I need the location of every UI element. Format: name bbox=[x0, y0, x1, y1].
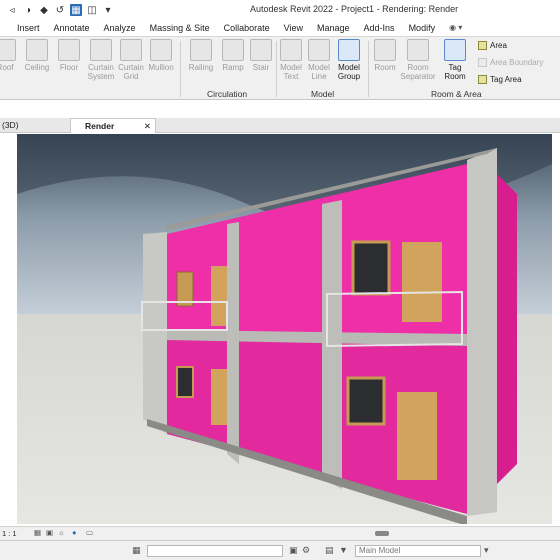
tab-view[interactable]: View bbox=[277, 20, 310, 36]
tag-room-icon bbox=[444, 39, 466, 61]
room-separator-button[interactable]: Room Separator bbox=[400, 39, 436, 81]
detail-level-icon[interactable]: ▦ bbox=[34, 528, 41, 537]
design-options-icon[interactable]: ⚙ bbox=[302, 545, 310, 556]
view-control-bar: 1 : 1 ▦ ▣ ☼ ● ▭ bbox=[0, 526, 560, 540]
railing-button[interactable]: Railing bbox=[184, 39, 218, 72]
tab-analyze[interactable]: Analyze bbox=[97, 20, 143, 36]
room-button[interactable]: Room bbox=[368, 39, 402, 72]
window bbox=[176, 271, 194, 307]
panel-label-room-area[interactable]: Room & Area bbox=[431, 89, 482, 99]
area-icon bbox=[478, 41, 487, 50]
model-line-button[interactable]: Model Line bbox=[302, 39, 336, 81]
stair-icon bbox=[250, 39, 272, 61]
model-group-button[interactable]: Model Group bbox=[332, 39, 366, 81]
ribbon-divider bbox=[180, 41, 181, 97]
area-button[interactable]: Area bbox=[478, 41, 507, 50]
door bbox=[402, 242, 442, 322]
roof-button[interactable]: Roof bbox=[0, 39, 22, 72]
tab-annotate[interactable]: Annotate bbox=[47, 20, 97, 36]
ramp-icon bbox=[222, 39, 244, 61]
mullion-icon bbox=[150, 39, 172, 61]
status-bar: ▦ ▣ ⚙ ▤ ▼ Main Model ▾ bbox=[0, 540, 560, 560]
curtain-grid-icon bbox=[120, 39, 142, 61]
floor-button[interactable]: Floor bbox=[52, 39, 86, 72]
crop-view-icon[interactable]: ▭ bbox=[86, 528, 93, 537]
roof-icon bbox=[0, 39, 16, 61]
view-tab-bar: (3D) Render ✕ bbox=[0, 118, 560, 133]
title-bar: ◃ ◑ ◆ ↺ ▦ ◫ ▾ Autodesk Revit 2022 - Proj… bbox=[0, 0, 560, 20]
scrollbar-thumb[interactable] bbox=[375, 531, 389, 536]
sync-status-icon[interactable]: ▤ bbox=[325, 545, 334, 556]
ceiling-icon bbox=[26, 39, 48, 61]
workset-selector[interactable] bbox=[147, 545, 283, 557]
column bbox=[227, 222, 239, 464]
tab-add-ins[interactable]: Add-Ins bbox=[357, 20, 402, 36]
dropdown-arrow-icon[interactable]: ▾ bbox=[484, 545, 489, 556]
print-icon[interactable]: ◫ bbox=[86, 4, 98, 16]
selection-icon[interactable]: ▦ bbox=[70, 4, 82, 16]
filter-icon[interactable]: ▼ bbox=[339, 545, 348, 555]
rendered-house-image bbox=[17, 134, 552, 524]
column bbox=[143, 232, 167, 434]
tag-room-button[interactable]: Tag Room bbox=[438, 39, 472, 81]
scale-label[interactable]: 1 : 1 bbox=[2, 529, 17, 538]
column bbox=[322, 200, 342, 489]
quick-access-toolbar: ◃ ◑ ◆ ↺ ▦ ◫ ▾ bbox=[0, 0, 114, 20]
tab-render-view[interactable]: Render ✕ bbox=[70, 118, 156, 133]
model-group-icon bbox=[338, 39, 360, 61]
ribbon-tab-bar: Insert Annotate Analyze Massing & Site C… bbox=[0, 20, 560, 36]
window bbox=[351, 240, 391, 296]
window bbox=[176, 366, 194, 398]
main-model-selector[interactable]: Main Model bbox=[355, 545, 481, 557]
room-icon bbox=[374, 39, 396, 61]
tab-massing-site[interactable]: Massing & Site bbox=[143, 20, 217, 36]
ribbon-panel: Roof Ceiling Floor Curtain System Curtai… bbox=[0, 36, 560, 100]
tag-area-icon bbox=[478, 75, 487, 84]
model-line-icon bbox=[308, 39, 330, 61]
editing-requests-icon[interactable]: ▣ bbox=[289, 545, 298, 556]
door bbox=[397, 392, 437, 480]
window bbox=[346, 376, 386, 426]
sync-icon[interactable]: ↺ bbox=[54, 4, 66, 16]
curtain-system-button[interactable]: Curtain System bbox=[84, 39, 118, 81]
tab-collaborate[interactable]: Collaborate bbox=[217, 20, 277, 36]
area-boundary-icon bbox=[478, 58, 487, 67]
close-icon[interactable]: ✕ bbox=[144, 119, 151, 134]
tag-area-button[interactable]: Tag Area bbox=[478, 75, 522, 84]
panel-label-circulation: Circulation bbox=[207, 89, 248, 99]
model-text-icon bbox=[280, 39, 302, 61]
stair-button[interactable]: Stair bbox=[244, 39, 278, 72]
floor-icon bbox=[58, 39, 80, 61]
ribbon-options-icon[interactable]: ◉ ▾ bbox=[442, 20, 469, 36]
area-boundary-button[interactable]: Area Boundary bbox=[478, 58, 543, 67]
ceiling-button[interactable]: Ceiling bbox=[20, 39, 54, 72]
panel-label-model: Model bbox=[311, 89, 335, 99]
window-title: Autodesk Revit 2022 - Project1 - Renderi… bbox=[250, 4, 459, 14]
sun-path-icon[interactable]: ☼ bbox=[58, 528, 65, 537]
door bbox=[211, 369, 227, 425]
door bbox=[211, 266, 227, 326]
visual-style-icon[interactable]: ▣ bbox=[46, 528, 53, 537]
worksets-icon[interactable]: ▦ bbox=[132, 545, 141, 556]
open-icon[interactable]: ◑ bbox=[22, 4, 34, 16]
save-icon[interactable]: ◆ bbox=[38, 4, 50, 16]
tab-3d-view[interactable]: (3D) bbox=[2, 118, 19, 133]
curtain-grid-button[interactable]: Curtain Grid bbox=[114, 39, 148, 81]
tab-insert[interactable]: Insert bbox=[10, 20, 47, 36]
column bbox=[467, 148, 497, 516]
railing-icon bbox=[190, 39, 212, 61]
tab-modify[interactable]: Modify bbox=[402, 20, 443, 36]
curtain-system-icon bbox=[90, 39, 112, 61]
shadows-icon[interactable]: ● bbox=[72, 528, 77, 537]
tab-manage[interactable]: Manage bbox=[310, 20, 357, 36]
mullion-button[interactable]: Mullion bbox=[144, 39, 178, 72]
dropdown-icon[interactable]: ▾ bbox=[102, 4, 114, 16]
room-separator-icon bbox=[407, 39, 429, 61]
home-icon[interactable]: ◃ bbox=[6, 4, 18, 16]
drawing-area[interactable] bbox=[0, 133, 560, 525]
